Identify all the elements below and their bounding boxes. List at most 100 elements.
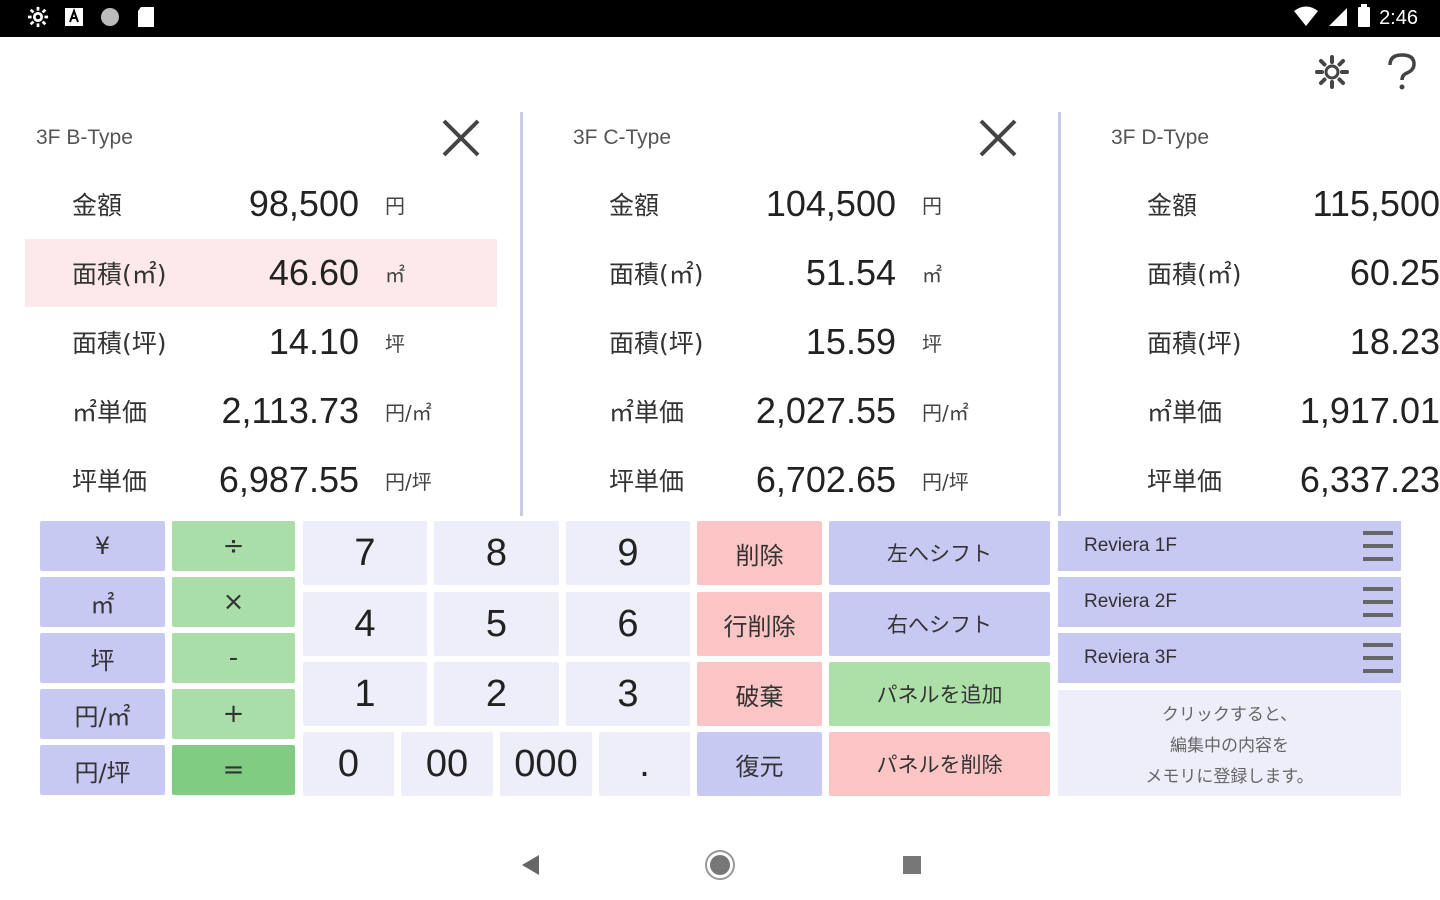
row-price-per-tsubo[interactable]: 坪単価 6,337.23 bbox=[1100, 446, 1440, 514]
row-price-per-sqm[interactable]: ㎡単価 1,917.01 bbox=[1100, 377, 1440, 445]
row-price-per-tsubo[interactable]: 坪単価 6,987.55 円/坪 bbox=[25, 446, 497, 514]
row-value: 18.23 bbox=[1349, 321, 1440, 362]
row-unit: 円/坪 bbox=[922, 469, 969, 494]
row-price-per-sqm[interactable]: ㎡単価 2,027.55 円/㎡ bbox=[562, 377, 1034, 445]
menu-icon[interactable] bbox=[1363, 587, 1393, 617]
memory-item[interactable]: Reviera 2F bbox=[1058, 577, 1401, 627]
menu-icon[interactable] bbox=[1363, 643, 1393, 673]
row-value: 51.54 bbox=[805, 252, 896, 293]
signal-icon bbox=[1327, 5, 1349, 31]
digit-000-key[interactable]: 000 bbox=[500, 732, 592, 796]
settings-icon bbox=[26, 5, 50, 29]
close-icon bbox=[442, 119, 480, 157]
row-price-per-sqm[interactable]: ㎡単価 2,113.73 円/㎡ bbox=[25, 377, 497, 445]
row-value: 115,500 bbox=[1312, 183, 1440, 224]
add-panel-button[interactable]: パネルを追加 bbox=[829, 662, 1050, 726]
row-label: 面積(㎡) bbox=[609, 260, 704, 289]
panel-title: 3F C-Type bbox=[573, 126, 672, 149]
menu-icon[interactable] bbox=[1363, 531, 1393, 561]
shift-right-button[interactable]: 右へシフト bbox=[829, 592, 1050, 656]
close-panel-button[interactable] bbox=[972, 116, 1024, 168]
row-label: 金額 bbox=[72, 191, 123, 220]
memory-item[interactable]: Reviera 1F bbox=[1058, 521, 1401, 571]
clock: 2:46 bbox=[1379, 6, 1418, 29]
plus-key[interactable]: + bbox=[172, 689, 295, 739]
sd-card-icon bbox=[134, 5, 158, 29]
digit-8-key[interactable]: 8 bbox=[434, 521, 559, 585]
panel-title: 3F D-Type bbox=[1111, 126, 1210, 149]
digit-00-key[interactable]: 00 bbox=[401, 732, 493, 796]
digit-4-key[interactable]: 4 bbox=[303, 592, 427, 656]
delete-button[interactable]: 削除 bbox=[697, 521, 822, 585]
delete-row-button[interactable]: 行削除 bbox=[697, 592, 822, 656]
unit-yen-per-sqm-key[interactable]: 円/㎡ bbox=[40, 689, 165, 739]
back-icon bbox=[522, 855, 539, 875]
row-value: 46.60 bbox=[268, 252, 359, 293]
battery-icon bbox=[1357, 4, 1371, 32]
row-unit: 円/㎡ bbox=[922, 400, 969, 425]
row-label: 坪単価 bbox=[72, 467, 148, 496]
digit-5-key[interactable]: 5 bbox=[434, 592, 559, 656]
memory-item-label: Reviera 1F bbox=[1084, 535, 1177, 556]
discard-button[interactable]: 破棄 bbox=[697, 662, 822, 726]
row-label: 面積(坪) bbox=[1147, 329, 1242, 358]
minus-key[interactable]: - bbox=[172, 633, 295, 683]
gear-icon[interactable] bbox=[1312, 50, 1352, 94]
row-price-per-tsubo[interactable]: 坪単価 6,702.65 円/坪 bbox=[562, 446, 1034, 514]
unit-yen-key[interactable]: ¥ bbox=[40, 521, 165, 571]
help-icon[interactable] bbox=[1382, 50, 1422, 94]
comparison-panels: 3F B-Type 金額 98,500 円 面積(㎡) 46.60 ㎡ 面積(坪… bbox=[0, 108, 1440, 516]
multiply-key[interactable]: × bbox=[172, 577, 295, 627]
remove-panel-button[interactable]: パネルを削除 bbox=[829, 732, 1050, 796]
panel-c-type[interactable]: 3F C-Type 金額 104,500 円 面積(㎡) 51.54 ㎡ 面積(… bbox=[562, 108, 1034, 516]
decimal-point-key[interactable]: . bbox=[599, 732, 690, 796]
unit-sqm-key[interactable]: ㎡ bbox=[40, 577, 165, 627]
digit-1-key[interactable]: 1 bbox=[303, 662, 427, 726]
recents-icon bbox=[903, 856, 921, 874]
row-value: 98,500 bbox=[248, 183, 359, 224]
row-amount[interactable]: 金額 98,500 円 bbox=[25, 170, 497, 238]
row-label: 坪単価 bbox=[1147, 467, 1223, 496]
unit-yen-per-tsubo-key[interactable]: 円/坪 bbox=[40, 745, 165, 795]
memory-item-label: Reviera 3F bbox=[1084, 647, 1177, 668]
row-unit: 坪 bbox=[385, 331, 405, 356]
row-value: 6,337.23 bbox=[1299, 459, 1440, 500]
unit-tsubo-key[interactable]: 坪 bbox=[40, 633, 165, 683]
row-area-sqm[interactable]: 面積(㎡) 60.25 bbox=[1100, 239, 1440, 307]
save-to-memory-button[interactable]: クリックすると、 編集中の内容を メモリに登録します。 bbox=[1058, 690, 1401, 796]
back-button[interactable] bbox=[510, 848, 550, 882]
row-amount[interactable]: 金額 104,500 円 bbox=[562, 170, 1034, 238]
digit-9-key[interactable]: 9 bbox=[566, 521, 690, 585]
home-button[interactable] bbox=[700, 848, 740, 882]
row-label: ㎡単価 bbox=[72, 398, 148, 427]
row-area-tsubo[interactable]: 面積(坪) 14.10 坪 bbox=[25, 308, 497, 376]
row-area-sqm[interactable]: 面積(㎡) 46.60 ㎡ bbox=[25, 239, 497, 307]
row-area-tsubo[interactable]: 面積(坪) 18.23 bbox=[1100, 308, 1440, 376]
memory-item[interactable]: Reviera 3F bbox=[1058, 633, 1401, 683]
digit-3-key[interactable]: 3 bbox=[566, 662, 690, 726]
row-label: 面積(㎡) bbox=[72, 260, 167, 289]
navigation-bar bbox=[0, 830, 1440, 900]
memory-hint-line: メモリに登録します。 bbox=[1145, 766, 1314, 787]
row-label: 金額 bbox=[609, 191, 660, 220]
digit-7-key[interactable]: 7 bbox=[303, 521, 427, 585]
panel-d-type[interactable]: 3F D-Type 金額 115,500 面積(㎡) 60.25 面積(坪) 1… bbox=[1100, 108, 1440, 516]
row-unit: 円 bbox=[922, 193, 942, 218]
row-value: 14.10 bbox=[268, 321, 359, 362]
restore-button[interactable]: 復元 bbox=[697, 732, 822, 796]
digit-6-key[interactable]: 6 bbox=[566, 592, 690, 656]
row-area-tsubo[interactable]: 面積(坪) 15.59 坪 bbox=[562, 308, 1034, 376]
digit-2-key[interactable]: 2 bbox=[434, 662, 559, 726]
row-area-sqm[interactable]: 面積(㎡) 51.54 ㎡ bbox=[562, 239, 1034, 307]
close-panel-button[interactable] bbox=[435, 116, 487, 168]
equals-key[interactable]: = bbox=[172, 745, 295, 795]
shift-left-button[interactable]: 左へシフト bbox=[829, 521, 1050, 585]
digit-0-key[interactable]: 0 bbox=[303, 732, 394, 796]
wifi-icon bbox=[1293, 5, 1319, 31]
row-amount[interactable]: 金額 115,500 bbox=[1100, 170, 1440, 238]
row-value: 1,917.01 bbox=[1299, 390, 1440, 431]
circle-icon bbox=[98, 5, 122, 29]
panel-b-type[interactable]: 3F B-Type 金額 98,500 円 面積(㎡) 46.60 ㎡ 面積(坪… bbox=[25, 108, 497, 516]
recents-button[interactable] bbox=[892, 848, 932, 882]
divide-key[interactable]: ÷ bbox=[172, 521, 295, 571]
